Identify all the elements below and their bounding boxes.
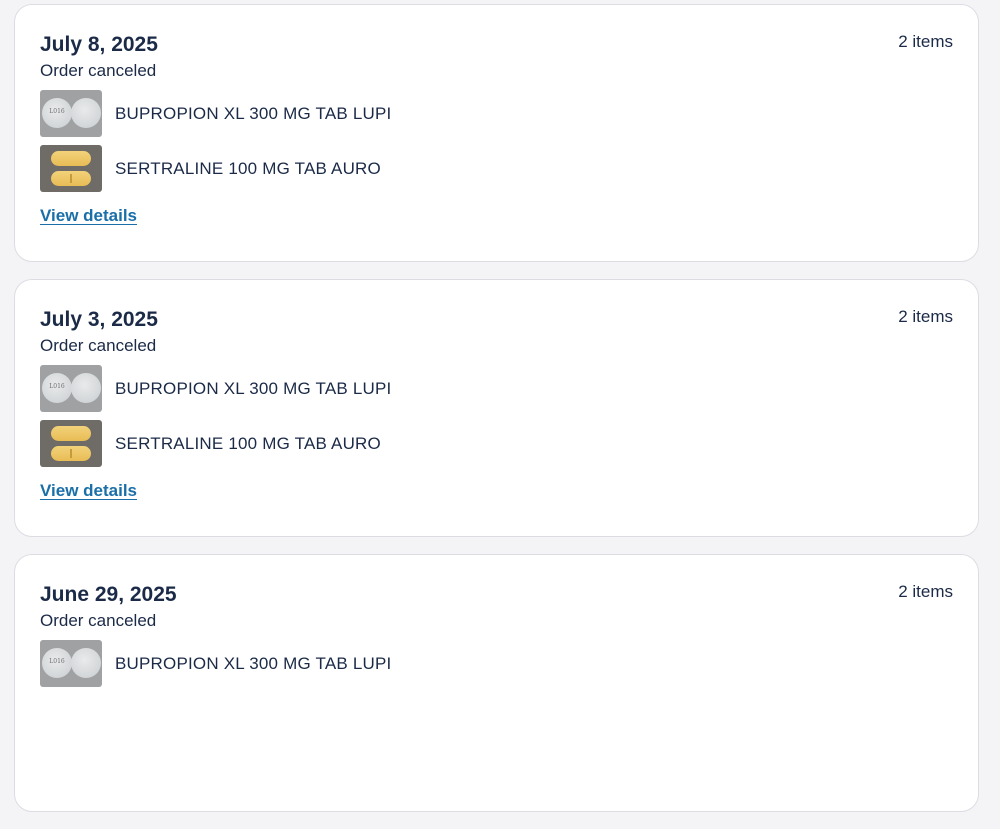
order-item: L016 BUPROPION XL 300 MG TAB LUPI (40, 365, 953, 412)
pill-shape (51, 171, 91, 186)
pill-imprint: L016 (49, 108, 65, 115)
pill-image (40, 420, 102, 467)
pill-shape: L016 (42, 648, 72, 678)
pill-shape: L016 (42, 373, 72, 403)
pill-shape: L016 (42, 98, 72, 128)
pill-shape (71, 98, 101, 128)
order-status: Order canceled (40, 61, 157, 80)
view-details-link[interactable]: View details (40, 206, 137, 226)
medication-name: BUPROPION XL 300 MG TAB LUPI (115, 378, 392, 398)
pill-imprint: L016 (49, 658, 65, 665)
pill-image: L016 (40, 640, 102, 687)
item-count: 2 items (898, 307, 953, 326)
order-item: L016 BUPROPION XL 300 MG TAB LUPI (40, 640, 953, 687)
order-date: June 29, 2025 (40, 583, 177, 606)
order-item: SERTRALINE 100 MG TAB AURO (40, 145, 953, 192)
pill-shape (51, 426, 91, 441)
medication-name: BUPROPION XL 300 MG TAB LUPI (115, 103, 392, 123)
item-count: 2 items (898, 582, 953, 601)
order-date: July 8, 2025 (40, 33, 158, 56)
pill-image (40, 145, 102, 192)
order-date: July 3, 2025 (40, 308, 158, 331)
pill-shape (51, 151, 91, 166)
order-card: July 3, 2025 2 items Order canceled L016… (14, 279, 979, 537)
medication-name: SERTRALINE 100 MG TAB AURO (115, 433, 381, 453)
pill-shape (71, 648, 101, 678)
pill-shape (51, 446, 91, 461)
order-status: Order canceled (40, 336, 157, 355)
order-item: L016 BUPROPION XL 300 MG TAB LUPI (40, 90, 953, 137)
medication-name: BUPROPION XL 300 MG TAB LUPI (115, 653, 392, 673)
order-history-list: July 8, 2025 2 items Order canceled L016… (14, 4, 979, 829)
pill-image: L016 (40, 90, 102, 137)
order-item: SERTRALINE 100 MG TAB AURO (40, 420, 953, 467)
item-count: 2 items (898, 32, 953, 51)
view-details-link[interactable]: View details (40, 481, 137, 501)
medication-name: SERTRALINE 100 MG TAB AURO (115, 158, 381, 178)
order-status: Order canceled (40, 611, 157, 630)
pill-imprint: L016 (49, 383, 65, 390)
pill-shape (71, 373, 101, 403)
pill-image: L016 (40, 365, 102, 412)
order-card: June 29, 2025 2 items Order canceled L01… (14, 554, 979, 812)
order-card: July 8, 2025 2 items Order canceled L016… (14, 4, 979, 262)
